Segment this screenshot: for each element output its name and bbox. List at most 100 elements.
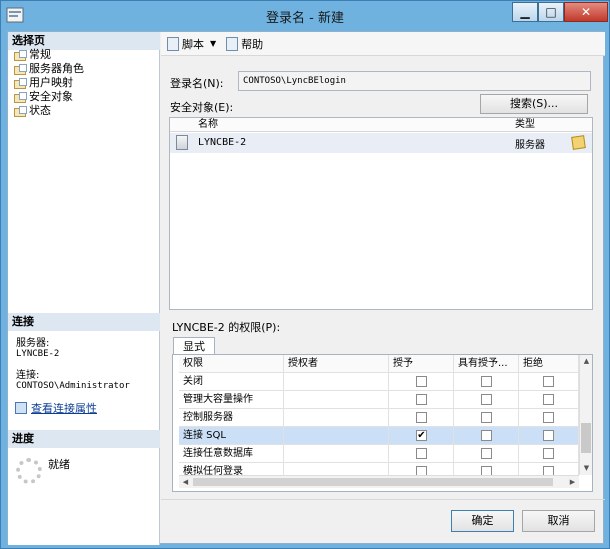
chevron-down-icon[interactable]: ▼ — [210, 39, 216, 48]
with-grant-checkbox[interactable] — [481, 394, 492, 405]
name-column-header[interactable]: 名称 — [198, 119, 218, 132]
connection-heading: 连接 — [8, 313, 160, 331]
view-connection-properties-link[interactable]: 查看连接属性 — [15, 400, 97, 416]
server-icon — [176, 135, 188, 150]
progress-spinner-icon — [16, 458, 42, 484]
page-item[interactable]: 常规 — [13, 48, 84, 62]
type-column-header[interactable]: 类型 — [515, 119, 535, 132]
permission-cell-deny — [519, 391, 579, 409]
permission-row[interactable]: 关闭 — [179, 373, 579, 391]
permission-row[interactable]: 连接 SQL ✔ — [179, 427, 579, 445]
permissions-column-header[interactable]: 授予 — [389, 355, 454, 373]
script-label: 脚本 — [182, 37, 204, 51]
vertical-scroll-thumb[interactable] — [581, 423, 591, 453]
permission-cell-with-grant — [454, 391, 519, 409]
permissions-column-header[interactable]: 具有授予... — [454, 355, 519, 373]
page-item-label: 状态 — [29, 104, 51, 117]
with-grant-checkbox[interactable] — [481, 448, 492, 459]
permissions-column-header[interactable]: 授权者 — [284, 355, 389, 373]
page-icon — [13, 92, 27, 103]
grant-checkbox[interactable] — [416, 448, 427, 459]
toolbar: 脚本 ▼ 帮助 — [161, 32, 605, 56]
permissions-grid-frame: 权限 授权者 授予 具有授予... 拒绝 关闭 管理大容量操作 控制服务器 连接 SQL ✔ 连接… — [172, 354, 593, 492]
connection-label: 连接: — [16, 370, 40, 381]
cancel-button[interactable]: 取消 — [522, 510, 595, 532]
permission-cell-with-grant — [454, 373, 519, 391]
script-button[interactable]: 脚本 ▼ — [167, 36, 216, 52]
grant-checkbox[interactable]: ✔ — [416, 430, 427, 441]
permission-grantor — [284, 445, 389, 463]
edit-icon[interactable] — [571, 135, 586, 150]
permission-row[interactable]: 连接任意数据库 — [179, 445, 579, 463]
help-label: 帮助 — [241, 37, 264, 51]
grant-checkbox[interactable] — [416, 376, 427, 387]
horizontal-scroll-thumb[interactable] — [193, 478, 553, 486]
minimize-button[interactable]: ▁ — [512, 2, 538, 22]
help-button[interactable]: 帮助 — [226, 36, 263, 52]
permissions-column-header[interactable]: 拒绝 — [519, 355, 579, 373]
scroll-left-icon[interactable]: ◀ — [179, 476, 192, 489]
login-new-dialog: 登录名 - 新建 ▁ □ ✕ 选择页 常规 服务器角色 用户映射 安全对象 状态 连接 … — [0, 0, 610, 549]
permission-name: 控制服务器 — [179, 409, 284, 427]
scroll-right-icon[interactable]: ▶ — [566, 476, 579, 489]
page-item[interactable]: 用户映射 — [13, 76, 84, 90]
permission-grantor — [284, 391, 389, 409]
page-item-label: 服务器角色 — [29, 62, 84, 75]
search-button[interactable]: 搜索(S)... — [480, 94, 588, 114]
permission-cell-grant — [389, 373, 454, 391]
securables-table[interactable]: 名称 类型 LYNCBE-2 服务器 — [169, 117, 593, 310]
permissions-column-header[interactable]: 权限 — [179, 355, 284, 373]
page-item[interactable]: 安全对象 — [13, 90, 84, 104]
permission-grantor — [284, 427, 389, 445]
view-connection-properties-label: 查看连接属性 — [31, 402, 97, 415]
permission-grantor — [284, 373, 389, 391]
deny-checkbox[interactable] — [543, 412, 554, 423]
page-item[interactable]: 状态 — [13, 104, 84, 118]
connection-properties-icon — [15, 402, 27, 414]
with-grant-checkbox[interactable] — [481, 412, 492, 423]
permission-name: 连接任意数据库 — [179, 445, 284, 463]
deny-checkbox[interactable] — [543, 394, 554, 405]
page-item[interactable]: 服务器角色 — [13, 62, 84, 76]
left-pane: 选择页 常规 服务器角色 用户映射 安全对象 状态 连接 服务器: LYNCBE-2 连… — [8, 32, 160, 545]
close-button[interactable]: ✕ — [564, 2, 608, 22]
deny-checkbox[interactable] — [543, 448, 554, 459]
page-item-label: 安全对象 — [29, 90, 73, 103]
permissions-label: LYNCBE-2 的权限(P): — [172, 321, 281, 334]
ok-button[interactable]: 确定 — [451, 510, 514, 532]
server-label: 服务器: — [16, 338, 50, 349]
scroll-up-icon[interactable]: ▲ — [580, 355, 593, 368]
scroll-down-icon[interactable]: ▼ — [580, 462, 593, 475]
securable-name: LYNCBE-2 — [198, 137, 247, 148]
vertical-scrollbar[interactable]: ▲ ▼ — [579, 355, 592, 475]
login-name-field[interactable]: CONTOSO\LyncBElogin — [238, 71, 591, 91]
dialog-body: 选择页 常规 服务器角色 用户映射 安全对象 状态 连接 服务器: LYNCBE-2 连… — [7, 31, 605, 545]
tab-explicit[interactable]: 显式 — [173, 337, 215, 355]
securable-row[interactable]: LYNCBE-2 服务器 — [170, 133, 592, 153]
with-grant-checkbox[interactable] — [481, 376, 492, 387]
deny-checkbox[interactable] — [543, 376, 554, 387]
progress-indicator — [16, 452, 52, 484]
maximize-button[interactable]: □ — [538, 2, 564, 22]
permission-cell-with-grant — [454, 427, 519, 445]
progress-status: 就绪 — [48, 458, 70, 471]
title-bar[interactable]: 登录名 - 新建 ▁ □ ✕ — [1, 1, 609, 31]
grant-checkbox[interactable] — [416, 412, 427, 423]
login-name-label: 登录名(N): — [170, 77, 224, 90]
server-value: LYNCBE-2 — [16, 349, 60, 359]
deny-checkbox[interactable] — [543, 430, 554, 441]
permission-cell-deny — [519, 373, 579, 391]
with-grant-checkbox[interactable] — [481, 430, 492, 441]
permission-row[interactable]: 控制服务器 — [179, 409, 579, 427]
connection-info: 服务器: LYNCBE-2 连接: CONTOSO\Administrator — [16, 338, 130, 392]
horizontal-scrollbar[interactable]: ◀ ▶ — [179, 475, 579, 488]
permission-cell-grant — [389, 445, 454, 463]
permissions-header: 权限 授权者 授予 具有授予... 拒绝 — [179, 355, 579, 373]
permission-cell-grant: ✔ — [389, 427, 454, 445]
permission-cell-grant — [389, 409, 454, 427]
securable-type: 服务器 — [515, 140, 545, 151]
permission-row[interactable]: 管理大容量操作 — [179, 391, 579, 409]
page-icon — [13, 78, 27, 89]
permission-name: 关闭 — [179, 373, 284, 391]
grant-checkbox[interactable] — [416, 394, 427, 405]
